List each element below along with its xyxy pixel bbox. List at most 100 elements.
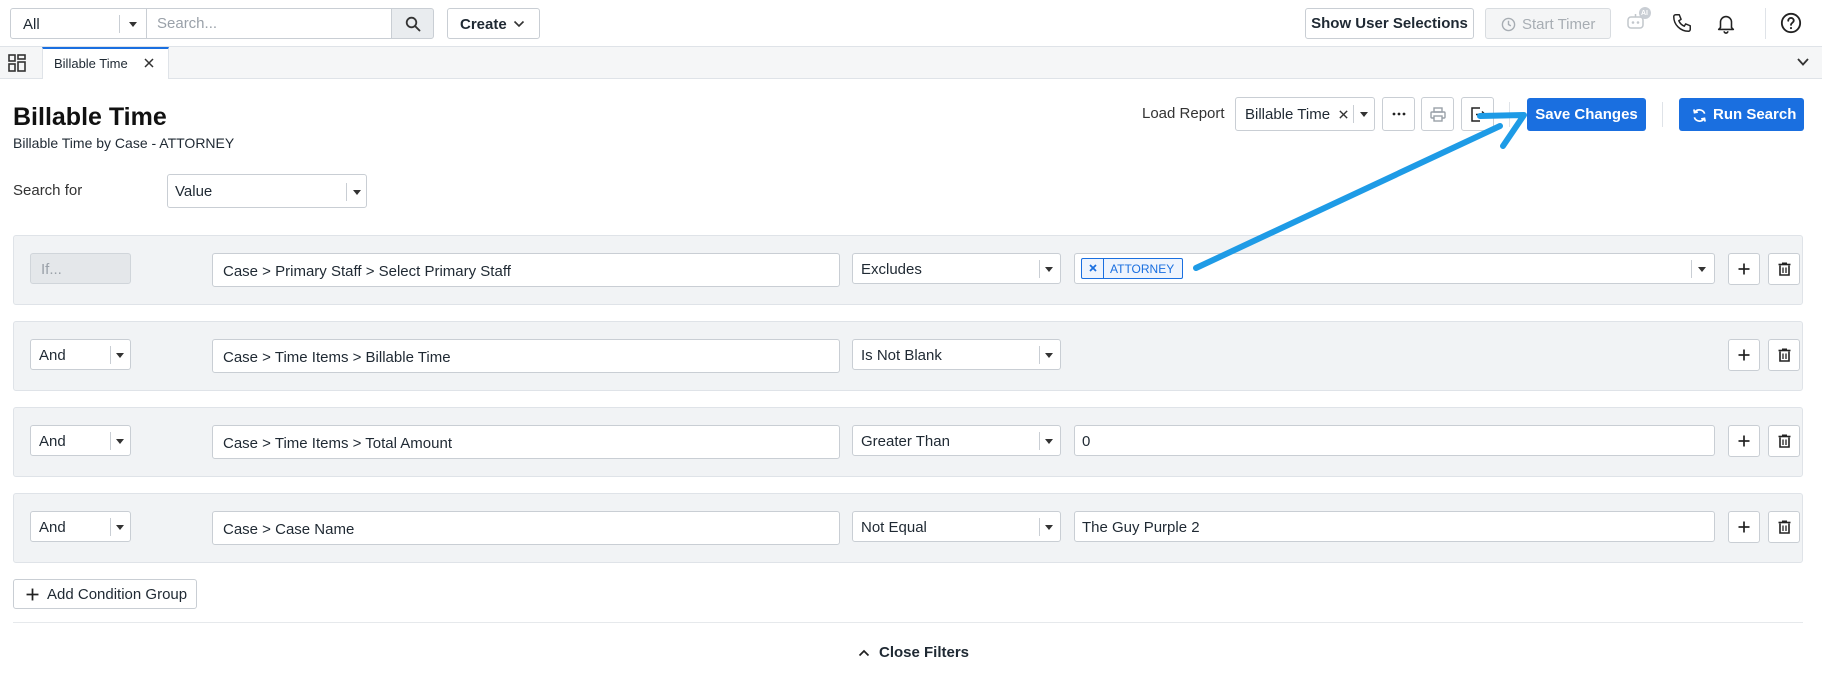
select-divider [1039, 432, 1040, 450]
delete-condition-button[interactable] [1768, 511, 1800, 543]
condition-row: And Case > Case Name Not Equal The Guy P… [13, 493, 1803, 563]
delete-condition-button[interactable] [1768, 339, 1800, 371]
header-divider [1509, 102, 1510, 127]
condition-operator-value: Is Not Blank [861, 347, 942, 364]
plus-icon [1738, 521, 1750, 533]
condition-connector-value: And [39, 433, 66, 450]
load-report-label: Load Report [1142, 105, 1225, 122]
load-report-select[interactable]: Billable Time [1235, 97, 1375, 131]
condition-row: And Case > Time Items > Total Amount Gre… [13, 407, 1803, 477]
condition-value-select[interactable]: ATTORNEY [1074, 253, 1715, 284]
help-icon [1780, 12, 1802, 34]
page-subtitle: Billable Time by Case - ATTORNEY [13, 135, 235, 151]
condition-value-input[interactable]: 0 [1074, 425, 1715, 456]
show-user-selections-button[interactable]: Show User Selections [1305, 8, 1474, 39]
refresh-icon [1693, 109, 1706, 122]
caret-down-icon [116, 353, 124, 358]
add-condition-button[interactable] [1728, 511, 1760, 543]
printer-icon [1430, 107, 1446, 122]
value-chip-label: ATTORNEY [1110, 262, 1175, 276]
tab-billable-time[interactable]: Billable Time [42, 47, 169, 79]
help-button[interactable] [1780, 12, 1804, 36]
notifications-button[interactable] [1715, 12, 1739, 36]
caret-down-icon [116, 439, 124, 444]
chevron-down-icon[interactable] [1796, 55, 1810, 69]
dashboard-grid-icon[interactable] [8, 54, 26, 72]
trash-icon [1778, 520, 1791, 534]
ai-assistant-icon [1627, 7, 1651, 29]
add-condition-button[interactable] [1728, 339, 1760, 371]
start-timer-button[interactable]: Start Timer [1485, 8, 1611, 39]
create-button[interactable]: Create [447, 8, 540, 39]
more-options-button[interactable] [1382, 97, 1415, 131]
caret-down-icon [1045, 439, 1053, 444]
condition-connector-select[interactable]: And [30, 339, 131, 370]
plus-icon [1738, 349, 1750, 361]
trash-icon [1778, 348, 1791, 362]
condition-field-input[interactable]: Case > Case Name [212, 511, 840, 545]
add-condition-button[interactable] [1728, 253, 1760, 285]
clock-icon [1501, 17, 1516, 32]
select-divider [1039, 260, 1040, 278]
chevron-up-icon [858, 649, 870, 657]
condition-operator-value: Excludes [861, 261, 922, 278]
search-button[interactable] [391, 8, 434, 39]
close-filters-label: Close Filters [879, 644, 970, 661]
section-divider [13, 622, 1803, 623]
ai-assistant-button[interactable]: AI [1627, 7, 1651, 36]
tab-bar: Billable Time [0, 47, 1822, 79]
search-for-label: Search for [13, 182, 83, 199]
select-divider [1353, 105, 1354, 123]
phone-button[interactable] [1671, 12, 1695, 36]
delete-condition-button[interactable] [1768, 253, 1800, 285]
delete-condition-button[interactable] [1768, 425, 1800, 457]
trash-icon [1778, 262, 1791, 276]
run-search-button[interactable]: Run Search [1679, 98, 1804, 131]
condition-operator-select[interactable]: Excludes [852, 253, 1061, 284]
add-condition-group-button[interactable]: Add Condition Group [13, 579, 197, 609]
condition-operator-select[interactable]: Greater Than [852, 425, 1061, 456]
global-search-input[interactable] [147, 8, 392, 39]
condition-value-input[interactable]: The Guy Purple 2 [1074, 511, 1715, 542]
condition-row: And Case > Time Items > Billable Time Is… [13, 321, 1803, 391]
select-divider [110, 518, 111, 536]
condition-operator-select[interactable]: Not Equal [852, 511, 1061, 542]
search-for-select[interactable]: Value [167, 174, 367, 208]
phone-icon [1673, 14, 1691, 32]
export-button[interactable] [1461, 97, 1494, 131]
clear-icon[interactable] [1338, 109, 1349, 120]
condition-connector-select[interactable]: And [30, 511, 131, 542]
condition-operator-select[interactable]: Is Not Blank [852, 339, 1061, 370]
top-bar: All Create Show User Selections Start Ti… [0, 0, 1822, 47]
close-tab-icon[interactable] [143, 57, 155, 69]
search-scope-select[interactable]: All [10, 8, 147, 39]
caret-down-icon [1360, 112, 1368, 117]
plus-icon [26, 588, 39, 601]
add-condition-button[interactable] [1728, 425, 1760, 457]
caret-down-icon [353, 190, 361, 195]
condition-connector-select[interactable]: And [30, 425, 131, 456]
select-divider [1039, 346, 1040, 364]
save-changes-button[interactable]: Save Changes [1527, 98, 1646, 131]
print-button[interactable] [1421, 97, 1454, 131]
condition-operator-value: Not Equal [861, 519, 927, 536]
condition-connector: If... [30, 253, 131, 284]
bell-icon [1717, 15, 1735, 34]
chip-divider [1103, 259, 1104, 278]
search-icon [405, 16, 421, 32]
value-chip: ATTORNEY [1081, 258, 1183, 279]
page-title: Billable Time [13, 103, 167, 131]
export-icon [1471, 107, 1487, 122]
condition-field-input[interactable]: Case > Primary Staff > Select Primary St… [212, 253, 840, 287]
condition-field-input[interactable]: Case > Time Items > Billable Time [212, 339, 840, 373]
select-divider [110, 346, 111, 364]
caret-down-icon [129, 22, 137, 27]
load-report-value: Billable Time [1245, 106, 1331, 123]
remove-chip-icon[interactable] [1088, 263, 1098, 273]
start-timer-label: Start Timer [1522, 16, 1596, 33]
condition-connector-value: And [39, 519, 66, 536]
condition-field-input[interactable]: Case > Time Items > Total Amount [212, 425, 840, 459]
select-divider [346, 183, 347, 201]
condition-connector-value: And [39, 347, 66, 364]
search-for-value: Value [175, 183, 213, 200]
